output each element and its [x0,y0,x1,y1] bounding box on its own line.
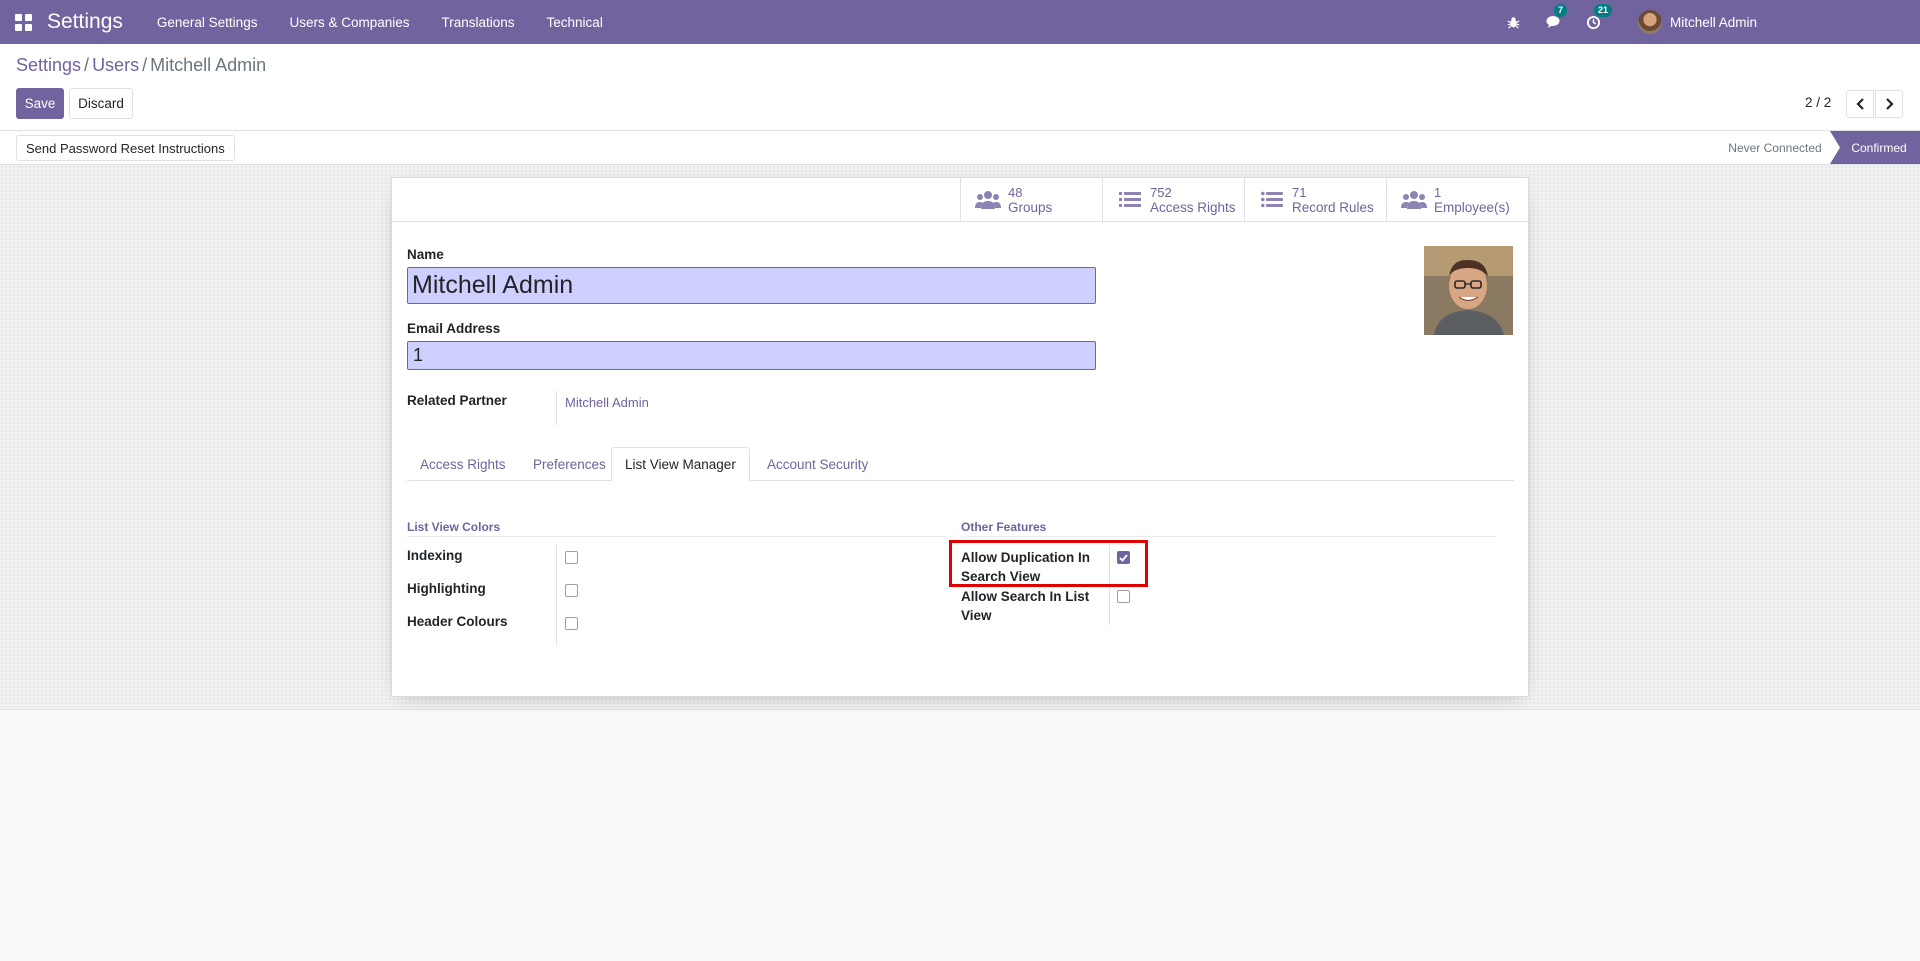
clock-icon[interactable]: 21 [1584,4,1612,32]
notebook-tabs: Access Rights Preferences List View Mana… [407,447,1514,482]
messages-badge: 7 [1553,4,1567,17]
allow-search-label: Allow Search In List View [961,589,1090,623]
breadcrumb-settings[interactable]: Settings [16,55,81,75]
user-avatar[interactable] [1637,10,1662,34]
email-label: Email Address [407,321,501,336]
menu-general-settings[interactable]: General Settings [141,15,274,30]
bug-icon[interactable] [1504,12,1524,32]
list-icon [1117,189,1143,211]
list-icon [1259,189,1285,211]
groups-label: Groups [1008,200,1053,215]
related-partner-link[interactable]: Mitchell Admin [565,395,649,410]
form-sheet: 48 Groups 752 Access Rights 71 Record Rules… [391,177,1529,697]
tab-access-rights[interactable]: Access Rights [407,447,519,481]
employees-count: 1 [1434,185,1442,200]
save-button[interactable]: Save [16,88,64,119]
access-rights-label: Access Rights [1150,200,1236,215]
name-input[interactable]: Mitchell Admin [407,267,1096,304]
menu-technical[interactable]: Technical [531,15,619,30]
chat-icon[interactable]: 7 [1544,4,1567,32]
allow-search-checkbox[interactable] [1117,590,1130,603]
users-icon [1401,189,1427,211]
pager-value[interactable]: 2 / 2 [1805,95,1831,110]
status-bar: Send Password Reset Instructions Never C… [0,130,1920,165]
smart-button-box: 48 Groups 752 Access Rights 71 Record Rules… [960,178,1528,222]
stage-confirmed[interactable]: Confirmed [1830,131,1920,164]
app-title[interactable]: Settings [47,10,123,34]
user-photo[interactable] [1424,246,1513,335]
breadcrumb: Settings / Users / Mitchell Admin [16,55,267,75]
chevron-right-icon [1885,98,1894,110]
groups-count: 48 [1008,185,1023,200]
indexing-label: Indexing [407,548,463,563]
record-rules-count: 71 [1292,185,1307,200]
employees-label: Employee(s) [1434,200,1510,215]
related-partner-label: Related Partner [407,393,507,408]
menu-users-companies[interactable]: Users & Companies [273,15,425,30]
user-menu[interactable]: Mitchell Admin [1670,15,1757,30]
tab-preferences[interactable]: Preferences [520,447,619,481]
activities-badge: 21 [1593,4,1612,17]
tab-account-security[interactable]: Account Security [754,447,881,481]
page-background [0,710,1920,961]
pager-previous-button[interactable] [1846,90,1874,118]
access-rights-smart-button[interactable]: 752 Access Rights [1102,178,1244,222]
menu-translations[interactable]: Translations [426,15,531,30]
highlight-annotation-box [949,540,1148,587]
tab-list-view-manager[interactable]: List View Manager [611,447,750,482]
pager-next-button[interactable] [1875,90,1903,118]
access-rights-count: 752 [1150,185,1172,200]
highlighting-label: Highlighting [407,581,486,596]
stage-never-connected[interactable]: Never Connected [1720,131,1830,164]
header-colours-label: Header Colours [407,614,508,629]
chevron-left-icon [1855,98,1864,110]
highlighting-checkbox[interactable] [565,584,578,597]
breadcrumb-users[interactable]: Users [92,55,139,75]
discard-button[interactable]: Discard [69,88,133,119]
apps-grid-icon[interactable] [15,12,35,32]
employees-smart-button[interactable]: 1 Employee(s) [1386,178,1528,222]
users-icon [975,189,1001,211]
other-features-title: Other Features [961,520,1496,537]
top-navbar: Settings General Settings Users & Compan… [0,0,1920,44]
record-rules-label: Record Rules [1292,200,1374,215]
send-password-reset-button[interactable]: Send Password Reset Instructions [16,135,235,161]
groups-smart-button[interactable]: 48 Groups [960,178,1102,222]
email-input[interactable]: 1 [407,341,1096,370]
header-colours-checkbox[interactable] [565,617,578,630]
breadcrumb-current: Mitchell Admin [150,55,267,75]
indexing-checkbox[interactable] [565,551,578,564]
record-rules-smart-button[interactable]: 71 Record Rules [1244,178,1386,222]
list-view-colors-title: List View Colors [407,520,945,537]
name-label: Name [407,247,444,262]
